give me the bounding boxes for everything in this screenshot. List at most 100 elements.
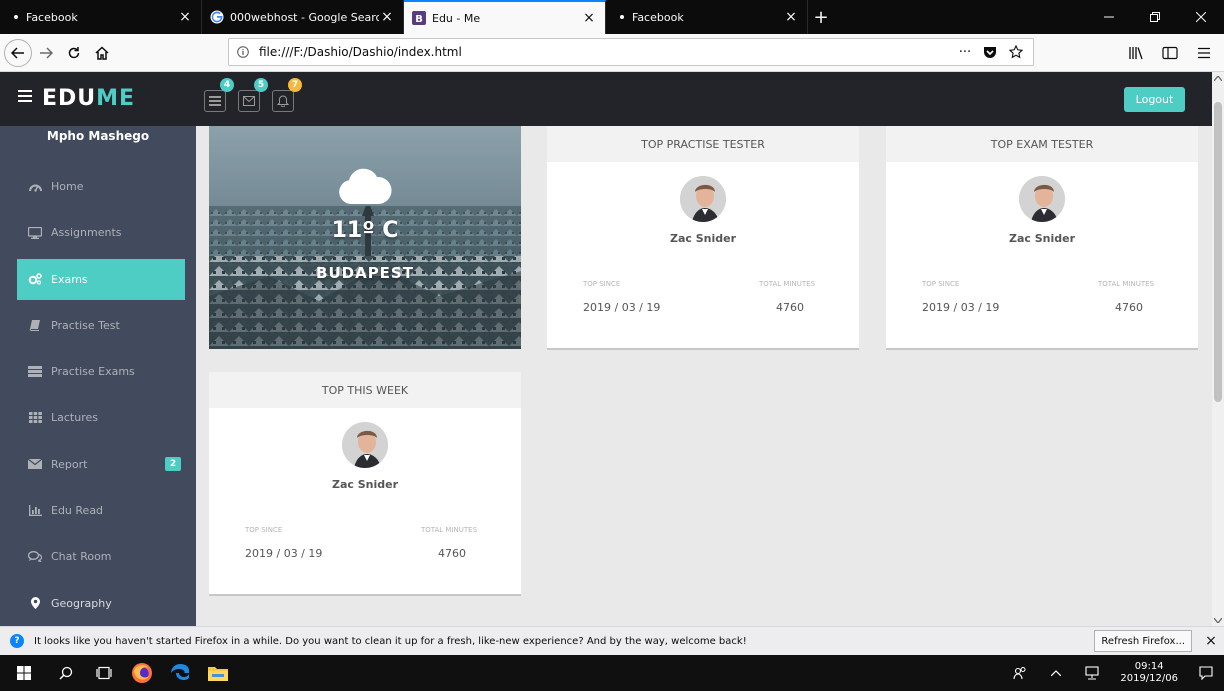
notification-close-icon[interactable]: × — [1200, 633, 1222, 649]
close-window-icon[interactable] — [1178, 0, 1224, 34]
vertical-scrollbar[interactable] — [1212, 72, 1224, 626]
cloud-icon — [337, 168, 393, 206]
system-clock[interactable]: 09:14 2019/12/06 — [1120, 661, 1178, 685]
reload-icon — [68, 46, 80, 58]
task-view-icon[interactable] — [86, 655, 122, 691]
avatar[interactable] — [342, 422, 388, 468]
sidebar-item-practise-exams[interactable]: Practise Exams — [17, 351, 185, 392]
forward-button[interactable] — [32, 39, 60, 67]
restore-icon[interactable] — [1132, 0, 1178, 34]
total-minutes-label: TOTAL MINUTES — [1098, 280, 1155, 288]
file-explorer-icon[interactable] — [200, 655, 236, 691]
tab-close-icon[interactable]: × — [379, 9, 395, 25]
avatar[interactable] — [1019, 176, 1065, 222]
top-this-week-panel: TOP THIS WEEK Zac Snider TOP SINCE TOTAL… — [209, 372, 521, 596]
sidebar-toggle-icon[interactable] — [1156, 39, 1184, 67]
sidebar-item-lactures[interactable]: Lactures — [17, 397, 185, 438]
alerts-badge: 7 — [288, 78, 302, 92]
tab-title: Facebook — [632, 10, 684, 24]
minimize-icon[interactable] — [1086, 0, 1132, 34]
pocket-icon[interactable] — [983, 45, 999, 59]
tasks-notification-button[interactable]: 4 — [204, 78, 234, 112]
window-controls — [1086, 0, 1224, 34]
sidebar-item-report[interactable]: Report 2 — [17, 444, 185, 485]
people-icon[interactable] — [1002, 655, 1038, 691]
top-since-label: TOP SINCE — [245, 526, 283, 534]
search-icon[interactable] — [48, 655, 84, 691]
top-since-value: 2019 / 03 / 19 — [922, 301, 1000, 314]
tab-close-icon[interactable]: × — [783, 9, 799, 25]
sidebar-item-edu-read[interactable]: Edu Read — [17, 490, 185, 531]
bookmark-star-icon[interactable] — [1009, 45, 1025, 59]
back-button[interactable] — [4, 38, 32, 67]
question-icon: ? — [10, 634, 24, 648]
alerts-notification-button[interactable]: 7 — [272, 78, 302, 112]
weather-card: 11º C BUDAPEST — [209, 126, 521, 349]
header-notifications: 4 5 7 — [204, 78, 302, 112]
tab-google-search[interactable]: 000webhost - Google Search × — [202, 0, 404, 34]
new-tab-button[interactable]: + — [808, 0, 834, 34]
top-since-value: 2019 / 03 / 19 — [245, 547, 323, 560]
edge-icon[interactable] — [162, 655, 198, 691]
tab-close-icon[interactable]: × — [177, 9, 193, 25]
sidebar-item-assignments[interactable]: Assignments — [17, 212, 185, 253]
sidebar-item-chat-room[interactable]: Chat Room — [17, 536, 185, 577]
tab-dot-icon — [620, 15, 624, 19]
chevron-up-icon[interactable] — [1038, 655, 1074, 691]
scroll-down-icon[interactable] — [1212, 614, 1224, 626]
app-header: EDUME 4 5 7 Logout — [0, 72, 1212, 126]
svg-text:B: B — [415, 14, 423, 25]
sidebar-item-practise-test[interactable]: Practise Test — [17, 305, 185, 346]
messages-notification-button[interactable]: 5 — [238, 78, 268, 112]
sidebar-item-exams[interactable]: Exams — [17, 258, 185, 300]
total-minutes-value: 4760 — [438, 547, 466, 560]
th-icon — [27, 411, 43, 425]
action-center-icon[interactable] — [1188, 655, 1224, 691]
top-exam-tester-panel: TOP EXAM TESTER Zac Snider TOP SINCE TOT… — [886, 126, 1198, 350]
tab-facebook-2[interactable]: Facebook × — [606, 0, 808, 34]
firefox-notification-bar: ? It looks like you haven't started Fire… — [0, 626, 1224, 655]
clock-date: 2019/12/06 — [1120, 673, 1178, 684]
home-icon — [95, 45, 109, 60]
tab-edu-me[interactable]: B Edu - Me × — [404, 0, 606, 34]
page-actions-icon[interactable]: ··· — [957, 45, 973, 60]
total-minutes-label: TOTAL MINUTES — [759, 280, 816, 288]
top-practise-tester-panel: TOP PRACTISE TESTER Zac Snider TOP SINCE… — [547, 126, 859, 350]
sidebar-item-home[interactable]: Home — [17, 166, 185, 207]
panel-title: TOP THIS WEEK — [209, 372, 521, 408]
sidebar: Mpho Mashego Home Assignments Exams Prac… — [0, 126, 196, 626]
scrollbar-thumb[interactable] — [1214, 102, 1222, 402]
avatar[interactable] — [680, 176, 726, 222]
home-button[interactable] — [88, 39, 116, 67]
logo-text-edu: EDU — [42, 86, 97, 111]
menu-icon[interactable] — [1190, 39, 1218, 67]
total-minutes-value: 4760 — [1115, 301, 1143, 314]
sidebar-item-label: Home — [51, 180, 84, 193]
panel-user-name: Zac Snider — [669, 232, 737, 245]
logout-button[interactable]: Logout — [1124, 87, 1185, 112]
scroll-up-icon[interactable] — [1212, 72, 1224, 84]
tab-close-icon[interactable]: × — [581, 10, 597, 26]
sidebar-item-geography[interactable]: Geography — [17, 583, 185, 624]
library-icon[interactable] — [1122, 39, 1150, 67]
logo-text-me: ME — [96, 86, 136, 111]
sidebar-item-label: Practise Exams — [51, 365, 135, 379]
tab-facebook[interactable]: Facebook × — [0, 0, 202, 34]
refresh-firefox-button[interactable]: Refresh Firefox... — [1094, 630, 1192, 652]
app-logo[interactable]: EDUME — [42, 86, 135, 111]
sidebar-item-label: Assignments — [51, 226, 122, 240]
network-icon[interactable] — [1074, 655, 1110, 691]
top-since-label: TOP SINCE — [922, 280, 960, 288]
sidebar-toggle-button[interactable] — [18, 90, 32, 102]
firefox-icon[interactable] — [124, 655, 160, 691]
bootstrap-icon: B — [412, 11, 426, 25]
messages-badge: 5 — [254, 78, 268, 92]
google-icon — [210, 10, 224, 24]
panel-title: TOP PRACTISE TESTER — [547, 126, 859, 162]
info-icon[interactable] — [237, 46, 253, 58]
toolbar-right — [1122, 39, 1218, 67]
windows-start-icon[interactable] — [6, 655, 42, 691]
url-bar[interactable]: file:///F:/Dashio/Dashio/index.html ··· — [228, 38, 1034, 66]
total-minutes-value: 4760 — [776, 301, 804, 314]
reload-button[interactable] — [60, 39, 88, 67]
